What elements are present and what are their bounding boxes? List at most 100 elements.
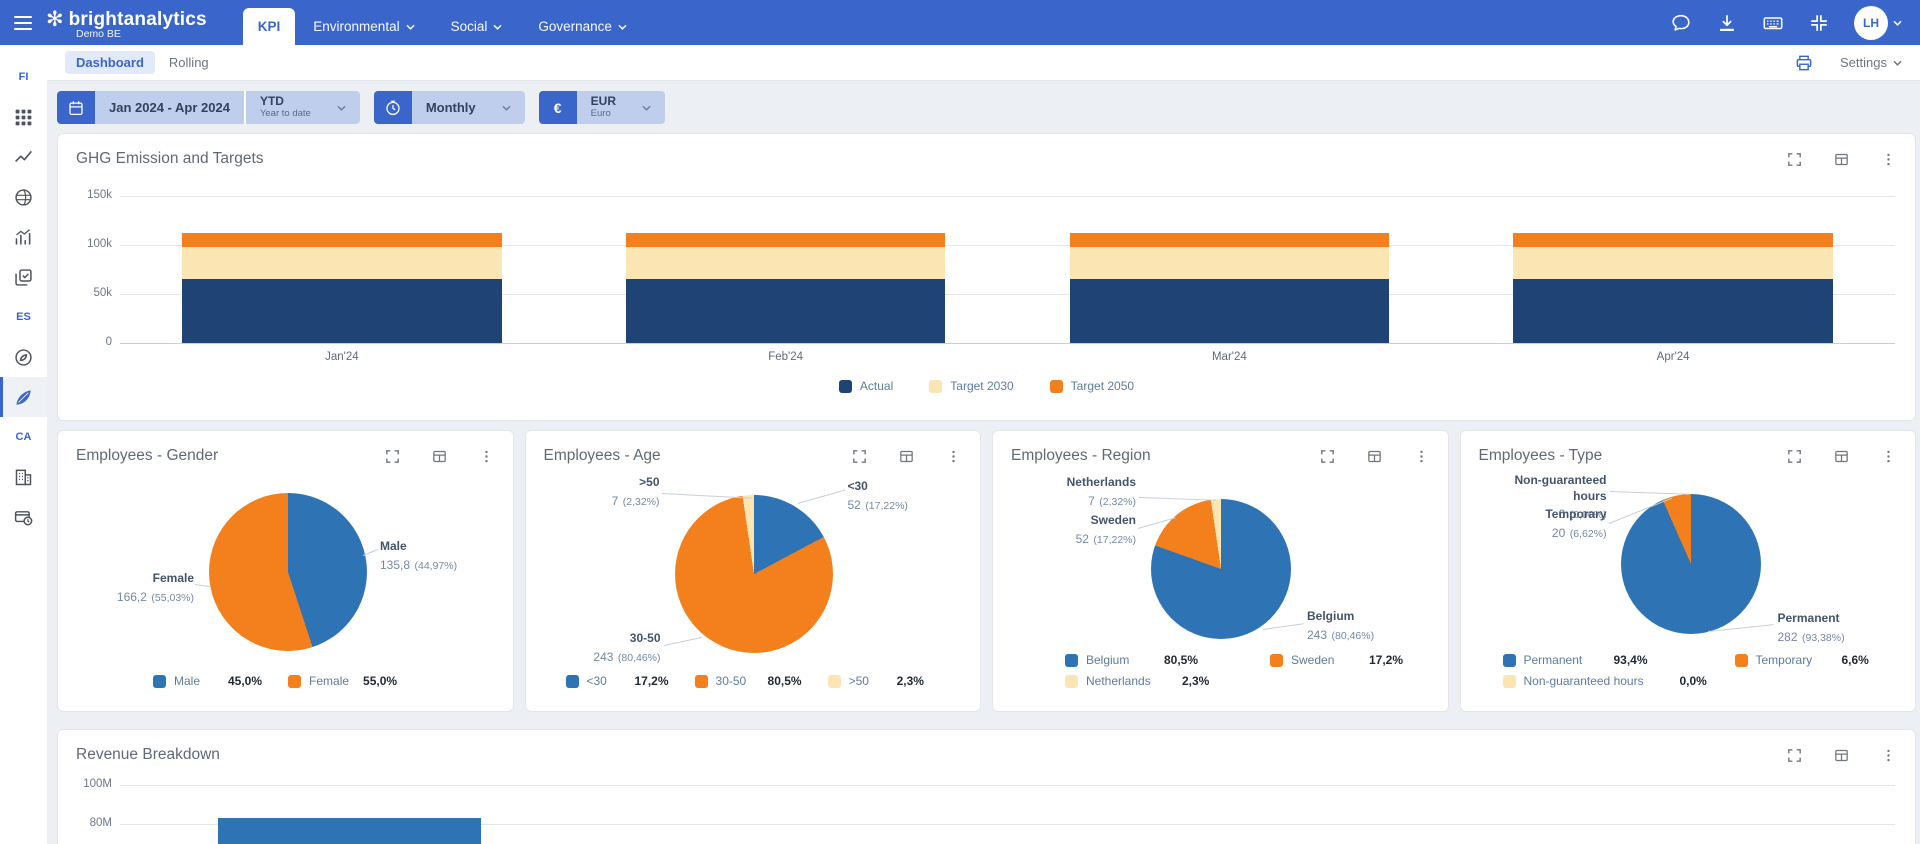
currency-dropdown[interactable]: EUR Euro [577, 91, 665, 124]
sidebar-item-stats[interactable] [0, 217, 47, 257]
kebab-menu-icon[interactable] [478, 448, 495, 465]
sidebar-item-apps-grid[interactable] [0, 97, 47, 137]
tab-governance[interactable]: Governance [520, 8, 645, 45]
expand-icon[interactable] [851, 448, 868, 465]
print-icon[interactable] [1794, 53, 1814, 73]
x-axis-line [120, 343, 1895, 344]
keyboard-icon[interactable] [1762, 12, 1784, 34]
kebab-menu-icon[interactable] [1880, 448, 1897, 465]
legend-item-over-50[interactable]: >50 2,3% [828, 674, 924, 688]
ghg-bar-Mar'24[interactable] [1070, 233, 1390, 343]
callout-permanent: Permanent 282 (93,38%) [1778, 611, 1845, 647]
revenue-breakdown-card: Revenue Breakdown 100M 80M [57, 729, 1916, 844]
currency-filter[interactable]: € EUR Euro [539, 91, 665, 124]
callout-female: Female 166,2 (55,03%) [76, 571, 194, 607]
x-axis-label: Mar'24 [1008, 351, 1452, 363]
kebab-menu-icon[interactable] [1413, 448, 1430, 465]
kebab-menu-icon[interactable] [945, 448, 962, 465]
frequency-filter[interactable]: Monthly [374, 91, 525, 124]
legend-label: >50 [849, 674, 889, 688]
ghg-legend: Actual Target 2030 Target 2050 [58, 379, 1915, 393]
legend-swatch [1503, 654, 1516, 667]
table-icon[interactable] [1833, 151, 1850, 168]
sidebar-item-eco-compass[interactable] [0, 337, 47, 377]
hamburger-menu-icon[interactable] [0, 0, 46, 45]
ghg-bar-Apr'24[interactable] [1513, 233, 1833, 343]
age-pie-chart[interactable] [675, 495, 833, 653]
download-icon[interactable] [1716, 12, 1738, 34]
tab-rolling[interactable]: Rolling [169, 55, 209, 70]
revenue-bar[interactable] [218, 818, 481, 844]
card-title: Employees - Age [544, 447, 661, 465]
legend-item-target-2050[interactable]: Target 2050 [1050, 379, 1134, 393]
legend-item-male[interactable]: Male 45,0% [153, 674, 262, 688]
callout-belgium: Belgium 243 (80,46%) [1307, 609, 1374, 645]
tab-dashboard[interactable]: Dashboard [65, 51, 155, 74]
frequency-value: Monthly [426, 100, 476, 115]
chevron-down-icon [642, 105, 651, 111]
expand-icon[interactable] [1786, 448, 1803, 465]
legend-swatch [828, 675, 841, 688]
bar-segment-target-2050 [182, 233, 502, 247]
chevron-down-icon [406, 24, 415, 30]
tab-social[interactable]: Social [433, 8, 521, 45]
bar-segment-actual [1513, 279, 1833, 343]
kebab-menu-icon[interactable] [1880, 151, 1897, 168]
table-icon[interactable] [431, 448, 448, 465]
compress-icon[interactable] [1808, 12, 1830, 34]
sidebar-item-company[interactable] [0, 457, 47, 497]
tab-kpi[interactable]: KPI [243, 8, 296, 45]
date-range-filter[interactable]: Jan 2024 - Apr 2024 YTD Year to date [57, 91, 360, 124]
sidebar-item-audit[interactable] [0, 257, 47, 297]
gender-legend: Male 45,0% Female 55,0% [153, 674, 423, 688]
legend-item-temporary[interactable]: Temporary 6,6% [1735, 653, 1899, 667]
y-axis-tick: 150k [76, 189, 112, 201]
brand[interactable]: ✻ brightanalytics Demo BE [46, 0, 231, 45]
legend-item-female[interactable]: Female 55,0% [288, 674, 397, 688]
x-axis-label: Jan'24 [120, 351, 564, 363]
legend-item-target-2030[interactable]: Target 2030 [929, 379, 1013, 393]
table-icon[interactable] [1366, 448, 1383, 465]
legend-item-non-guaranteed[interactable]: Non-guaranteed hours 0,0% [1503, 674, 1709, 688]
frequency-dropdown[interactable]: Monthly [412, 91, 525, 124]
expand-icon[interactable] [1786, 151, 1803, 168]
callout-leader-line [1263, 623, 1304, 630]
period-dropdown[interactable]: YTD Year to date [244, 91, 360, 124]
expand-icon[interactable] [1319, 448, 1336, 465]
sidebar-item-globe[interactable] [0, 177, 47, 217]
type-pie-chart[interactable] [1621, 494, 1761, 634]
ghg-bar-Jan'24[interactable] [182, 233, 502, 343]
legend-label: Temporary [1756, 653, 1834, 667]
chat-icon[interactable] [1670, 12, 1692, 34]
legend-swatch [695, 675, 708, 688]
sidebar-section-ca: CA [0, 417, 47, 457]
legend-item-sweden[interactable]: Sweden 17,2% [1270, 653, 1444, 667]
legend-swatch [1065, 675, 1078, 688]
gender-pie-chart[interactable] [209, 493, 367, 651]
expand-icon[interactable] [384, 448, 401, 465]
legend-item-belgium[interactable]: Belgium 80,5% [1065, 653, 1244, 667]
legend-item-actual[interactable]: Actual [839, 379, 893, 393]
legend-item-30-50[interactable]: 30-50 80,5% [695, 674, 802, 688]
card-title: Employees - Region [1011, 447, 1151, 465]
legend-item-permanent[interactable]: Permanent 93,4% [1503, 653, 1709, 667]
settings-menu[interactable]: Settings [1840, 55, 1902, 70]
sidebar-item-trend[interactable] [0, 137, 47, 177]
table-icon[interactable] [898, 448, 915, 465]
avatar[interactable]: LH [1854, 6, 1888, 40]
chevron-down-icon [618, 24, 627, 30]
legend-label: Non-guaranteed hours [1524, 674, 1672, 688]
card-title: Employees - Type [1479, 447, 1603, 465]
ghg-bar-Feb'24[interactable] [626, 233, 946, 343]
table-icon[interactable] [1833, 448, 1850, 465]
chevron-down-icon [1893, 60, 1902, 66]
tab-environmental[interactable]: Environmental [295, 8, 432, 45]
sidebar-item-environment-active[interactable] [0, 377, 47, 417]
region-pie-chart[interactable] [1151, 499, 1291, 639]
sidebar-item-billing[interactable] [0, 497, 47, 537]
callout-male: Male 135,8 (44,97%) [380, 539, 457, 575]
legend-item-under-30[interactable]: <30 17,2% [566, 674, 669, 688]
user-menu[interactable]: LH [1854, 6, 1902, 40]
legend-label: Male [174, 674, 220, 688]
legend-item-netherlands[interactable]: Netherlands 2,3% [1065, 674, 1244, 688]
